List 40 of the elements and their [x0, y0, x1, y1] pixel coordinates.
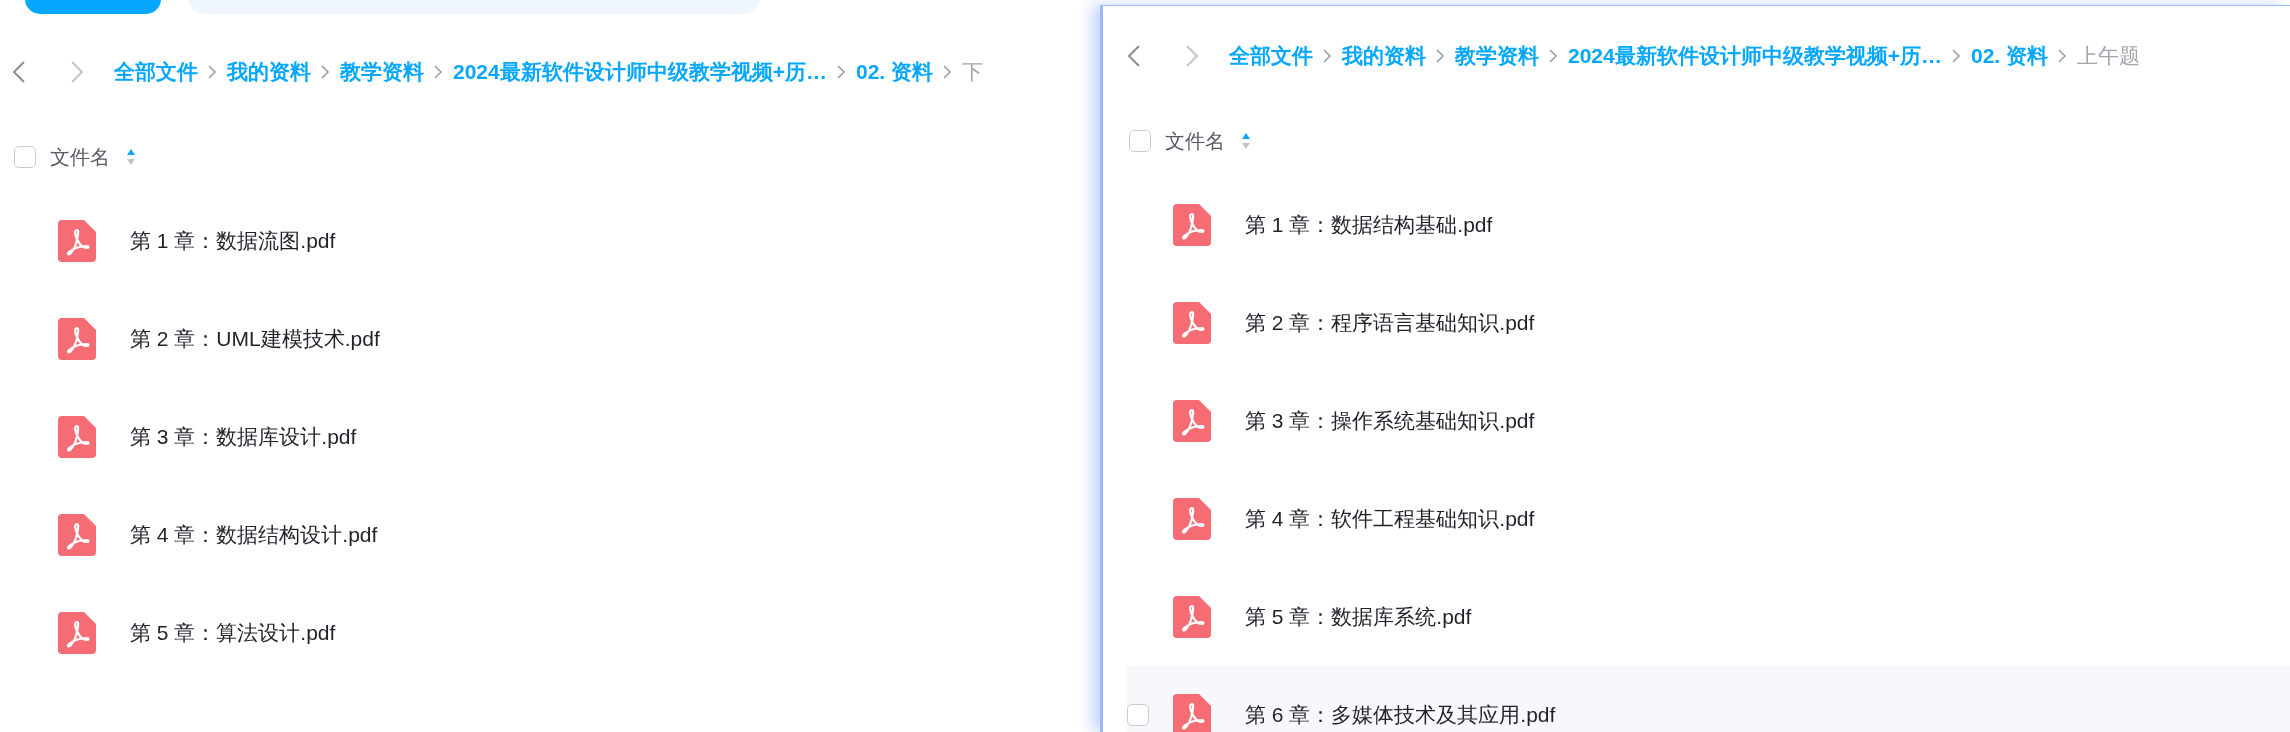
separator-chevron-icon: [434, 65, 443, 79]
pdf-file-icon: [58, 220, 96, 262]
checkbox[interactable]: [1127, 704, 1149, 726]
pdf-file-icon: [58, 416, 96, 458]
separator-chevron-icon: [1323, 49, 1332, 63]
file-name[interactable]: 第 4 章：软件工程基础知识.pdf: [1245, 503, 1535, 535]
file-name[interactable]: 第 5 章：数据库系统.pdf: [1245, 601, 1472, 633]
pdf-file-icon: [1173, 694, 1211, 732]
file-name[interactable]: 第 6 章：多媒体技术及其应用.pdf: [1245, 699, 1556, 731]
sort-icon[interactable]: [1241, 132, 1251, 150]
separator-chevron-icon: [208, 65, 217, 79]
pdf-file-icon: [1173, 498, 1211, 540]
column-header[interactable]: 文件名: [1165, 126, 1225, 156]
file-name[interactable]: 第 2 章：程序语言基础知识.pdf: [1245, 307, 1535, 339]
pdf-file-icon: [1173, 302, 1211, 344]
separator-chevron-icon: [1436, 49, 1445, 63]
separator-chevron-icon: [837, 65, 846, 79]
pdf-file-icon: [1173, 204, 1211, 246]
separator-chevron-icon: [2058, 49, 2067, 63]
pdf-file-icon: [58, 318, 96, 360]
file-name[interactable]: 第 3 章：操作系统基础知识.pdf: [1245, 405, 1535, 437]
file-name[interactable]: 第 5 章：算法设计.pdf: [130, 617, 336, 649]
pdf-file-icon: [58, 612, 96, 654]
checkbox[interactable]: [1129, 130, 1151, 152]
file-name[interactable]: 第 1 章：数据流图.pdf: [130, 225, 336, 257]
separator-chevron-icon: [321, 65, 330, 79]
checkbox[interactable]: [14, 146, 36, 168]
pdf-file-icon: [1173, 596, 1211, 638]
file-name[interactable]: 第 1 章：数据结构基础.pdf: [1245, 209, 1493, 241]
pdf-file-icon: [58, 514, 96, 556]
separator-chevron-icon: [1952, 49, 1961, 63]
file-name[interactable]: 第 4 章：数据结构设计.pdf: [130, 519, 378, 551]
column-header[interactable]: 文件名: [50, 142, 110, 172]
sort-icon[interactable]: [126, 148, 136, 166]
file-row[interactable]: 第 6 章：多媒体技术及其应用.pdf: [1127, 666, 2290, 732]
file-name[interactable]: 第 3 章：数据库设计.pdf: [130, 421, 357, 453]
file-name[interactable]: 第 2 章：UML建模技术.pdf: [130, 323, 380, 355]
separator-chevron-icon: [1549, 49, 1558, 63]
separator-chevron-icon: [943, 65, 952, 79]
pdf-file-icon: [1173, 400, 1211, 442]
